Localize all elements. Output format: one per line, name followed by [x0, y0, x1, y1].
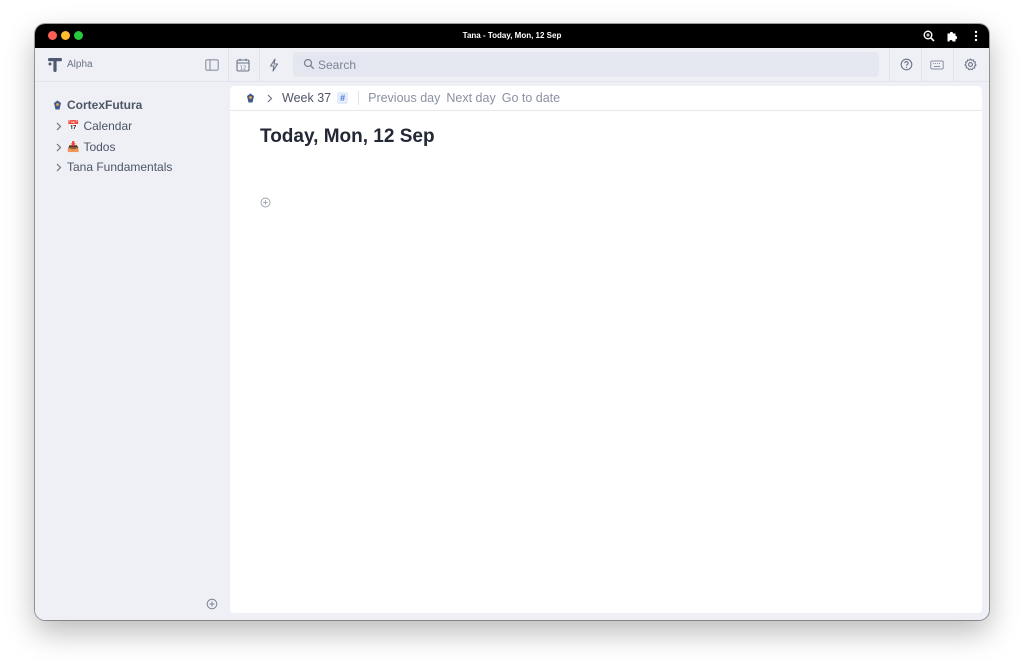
settings-icon	[963, 58, 977, 71]
next-day-link[interactable]: Next day	[446, 91, 495, 105]
quick-add-button[interactable]	[258, 48, 290, 81]
app-name: Alpha	[67, 59, 93, 70]
previous-day-link[interactable]: Previous day	[368, 91, 440, 105]
sidebar-item-tana-fundamentals[interactable]: Tana Fundamentals	[52, 158, 172, 176]
zoom-icon[interactable]	[922, 29, 936, 43]
chevron-right-icon[interactable]	[52, 120, 64, 132]
lightning-icon	[269, 57, 279, 72]
chevron-right-icon	[266, 93, 276, 103]
add-node-icon[interactable]	[260, 197, 271, 208]
sidebar-item-label: Tana Fundamentals	[67, 160, 173, 174]
calendar-emoji-icon: 📅	[67, 120, 80, 132]
main-panel: Week 37 # Previous day Next day Go to da…	[230, 86, 982, 613]
app-toolbar: Alpha 12 Search	[35, 48, 989, 82]
go-to-date-link[interactable]: Go to date	[502, 91, 560, 105]
app-window: Tana - Today, Mon, 12 Sep Alpha 12 Searc…	[35, 24, 989, 620]
workspace-icon[interactable]	[244, 92, 256, 104]
settings-button[interactable]	[954, 48, 986, 81]
add-icon[interactable]	[206, 598, 218, 610]
sidebar-item-label: Todos	[83, 140, 116, 154]
calendar-button[interactable]: 12	[227, 48, 259, 81]
help-icon	[900, 58, 912, 71]
inbox-emoji-icon: 📥	[67, 141, 80, 153]
workspace-name: CortexFutura	[67, 98, 143, 112]
search-placeholder: Search	[318, 58, 357, 72]
workspace-icon	[52, 100, 62, 110]
extension-icon[interactable]	[945, 29, 959, 43]
page-title: Today, Mon, 12 Sep	[260, 126, 435, 147]
help-button[interactable]	[890, 48, 922, 81]
breadcrumb: Week 37 # Previous day Next day Go to da…	[230, 86, 982, 111]
more-icon[interactable]	[969, 29, 983, 43]
tag-badge[interactable]: #	[337, 92, 349, 104]
keyboard-icon	[930, 60, 944, 69]
sidebar-toggle-button[interactable]	[196, 48, 228, 81]
sidebar-workspace[interactable]: CortexFutura	[52, 96, 142, 114]
breadcrumb-week[interactable]: Week 37	[282, 91, 331, 105]
chevron-right-icon[interactable]	[52, 161, 64, 173]
sidebar-item-calendar[interactable]: 📅 Calendar	[52, 117, 132, 135]
keyboard-shortcuts-button[interactable]	[921, 48, 953, 81]
svg-text:12: 12	[240, 65, 246, 71]
search-icon	[303, 58, 315, 70]
sidebar-item-todos[interactable]: 📥 Todos	[52, 138, 115, 156]
sidebar-toggle-icon	[205, 58, 219, 71]
title-bar: Tana - Today, Mon, 12 Sep	[35, 24, 989, 48]
tana-logo-icon	[48, 58, 62, 72]
breadcrumb-divider	[358, 91, 360, 105]
calendar-icon: 12	[236, 58, 250, 72]
sidebar-item-label: Calendar	[83, 119, 133, 133]
sidebar: CortexFutura 📅 Calendar 📥 Todos Tana Fun…	[35, 82, 230, 620]
search-input[interactable]: Search	[293, 52, 879, 77]
window-title: Tana - Today, Mon, 12 Sep	[462, 31, 562, 40]
chevron-right-icon[interactable]	[52, 141, 64, 153]
